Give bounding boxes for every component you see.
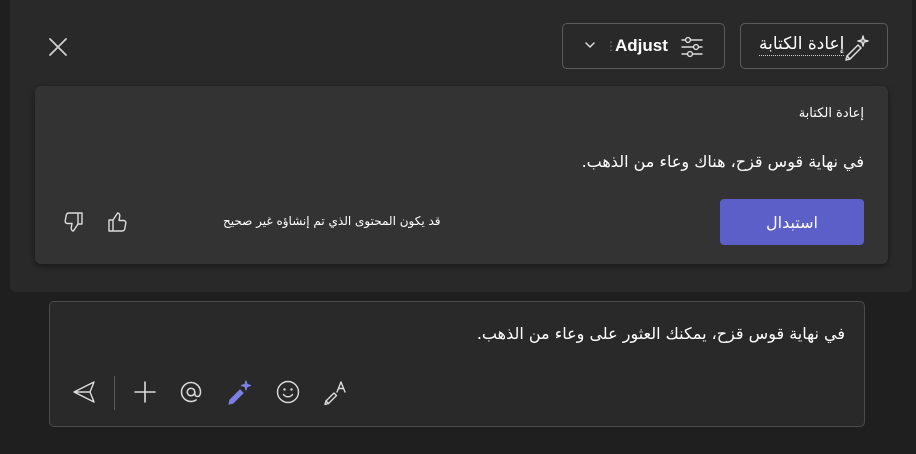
replace-button[interactable]: استبدال — [720, 199, 864, 245]
add-icon — [134, 381, 156, 403]
toolbar-divider — [114, 376, 115, 410]
send-icon — [73, 381, 95, 403]
suggested-text: في نهاية قوس قزح، هناك وعاء من الذهب. — [581, 152, 864, 171]
adjust-label: Adjust — [615, 36, 668, 55]
ai-disclaimer: قد يكون المحتوى الذي تم إنشاؤه غير صحيح — [223, 214, 441, 228]
adjust-dropdown[interactable]: ⋮ Adjust — [562, 23, 725, 69]
emoji-button[interactable] — [274, 378, 302, 406]
thumbs-up-icon[interactable] — [105, 210, 129, 234]
magic-pen-sparkle-icon — [845, 35, 869, 61]
close-button[interactable] — [44, 33, 72, 61]
emoji-icon — [276, 380, 300, 404]
composer-text[interactable]: في نهاية قوس قزح، يمكنك العثور على وعاء … — [477, 324, 845, 343]
close-icon — [49, 38, 67, 56]
message-composer[interactable]: في نهاية قوس قزح، يمكنك العثور على وعاء … — [49, 301, 865, 427]
thumbs-down-icon[interactable] — [62, 210, 86, 234]
copilot-rewrite-button[interactable] — [225, 378, 253, 406]
rewrite-button[interactable]: إعادة الكتابة — [740, 23, 888, 69]
rewrite-label: إعادة الكتابة — [759, 34, 845, 56]
copilot-rewrite-icon — [228, 380, 252, 405]
format-icon — [324, 381, 346, 406]
sliders-icon — [681, 36, 703, 58]
suggestion-card: إعادة الكتابة في نهاية قوس قزح، هناك وعا… — [35, 86, 888, 264]
mention-button[interactable] — [177, 378, 205, 406]
card-title: إعادة الكتابة — [798, 106, 864, 121]
add-button[interactable] — [131, 378, 159, 406]
format-button[interactable] — [322, 378, 350, 406]
chevron-down-icon — [585, 42, 595, 49]
mention-icon — [180, 381, 202, 403]
send-button[interactable] — [70, 378, 98, 406]
